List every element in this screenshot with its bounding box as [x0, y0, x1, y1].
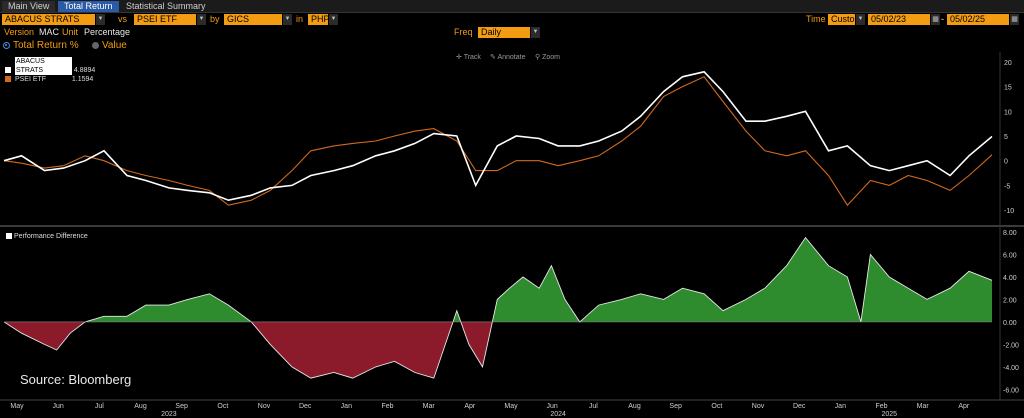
series-line-psei [3, 76, 993, 207]
x-tick-label: Aug [134, 403, 147, 410]
bottom-y-tick-label: 6.00 [1003, 252, 1017, 259]
x-axis: May Jun Jul Aug Sep Oct Nov Dec Jan Feb Mar Apr May J… [10, 403, 970, 418]
x-tick-label: Feb [381, 403, 393, 410]
bottom-y-tick-label: 2.00 [1003, 297, 1017, 304]
x-tick-label: Oct [217, 403, 228, 410]
x-tick-label: May [504, 403, 518, 410]
x-tick-label: Aug [628, 403, 641, 410]
bottom-y-axis: 8.00 6.00 4.00 2.00 0.00 -2.00 -4.00 -6.00 [1003, 230, 1019, 394]
x-tick-label: Mar [917, 403, 930, 410]
bottom-y-tick-label: -6.00 [1003, 387, 1019, 394]
charts-canvas: 20 15 10 5 0 -5 -10 8.00 6.00 4.00 2.00 0.00 -2.00 -… [0, 52, 1024, 418]
bottom-y-tick-label: 0.00 [1003, 320, 1017, 327]
x-tick-label: Feb [875, 403, 887, 410]
top-y-tick-label: -5 [1004, 183, 1010, 190]
x-tick-label: Apr [958, 403, 970, 410]
legend-swatch-icon [6, 233, 12, 239]
x-tick-label: Nov [752, 403, 765, 410]
x-tick-label: Jan [341, 403, 352, 410]
x-tick-label: Sep [175, 403, 188, 410]
positive-difference-area [4, 237, 992, 322]
series-line-abacus [3, 70, 993, 202]
x-year-label: 2023 [161, 411, 177, 418]
x-tick-label: May [10, 403, 24, 410]
top-y-tick-label: 0 [1004, 159, 1008, 166]
x-tick-label: Oct [711, 403, 722, 410]
x-tick-label: Jun [547, 403, 558, 410]
x-tick-label: Nov [258, 403, 271, 410]
x-tick-label: Jun [53, 403, 64, 410]
perf-diff-legend: Performance Difference [6, 233, 88, 240]
top-y-tick-label: -10 [1004, 208, 1014, 215]
x-tick-label: Jul [95, 403, 104, 410]
bottom-y-tick-label: 4.00 [1003, 275, 1017, 282]
x-tick-label: Dec [299, 403, 312, 410]
x-tick-label: Jan [835, 403, 846, 410]
x-tick-label: Apr [464, 403, 476, 410]
x-tick-label: Jul [589, 403, 598, 410]
source-text: Source: Bloomberg [20, 372, 132, 387]
top-y-tick-label: 15 [1004, 85, 1012, 92]
bottom-y-tick-label: 8.00 [1003, 230, 1017, 237]
x-tick-label: Sep [669, 403, 682, 410]
x-year-label: 2024 [550, 411, 566, 418]
top-y-tick-label: 5 [1004, 134, 1008, 141]
bottom-y-tick-label: -4.00 [1003, 365, 1019, 372]
x-tick-label: Mar [423, 403, 436, 410]
top-y-tick-label: 10 [1004, 109, 1012, 116]
bottom-y-tick-label: -2.00 [1003, 342, 1019, 349]
top-y-tick-label: 20 [1004, 60, 1012, 67]
top-y-axis: 20 15 10 5 0 -5 -10 [1004, 60, 1014, 215]
x-year-label: 2025 [881, 411, 897, 418]
x-tick-label: Dec [793, 403, 806, 410]
